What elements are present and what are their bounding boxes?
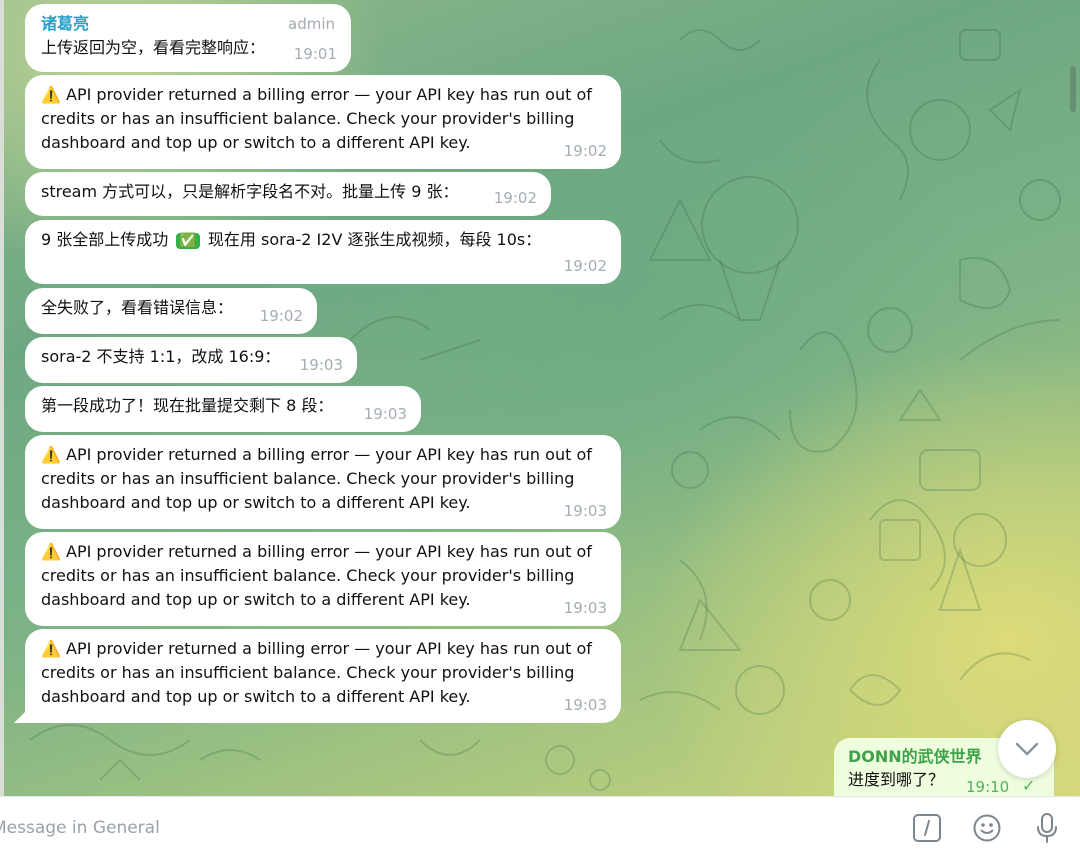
message-bubble[interactable]: sora-2 不支持 1:1，改成 16:9： 19:03 (25, 337, 357, 383)
message-bubble[interactable]: ⚠️ API provider returned a billing error… (25, 435, 621, 529)
scroll-to-bottom-button[interactable] (998, 720, 1056, 778)
message-header: 诸葛亮 admin (41, 12, 335, 36)
message-text: 全失败了，看看错误信息： (41, 298, 234, 317)
message-bubble[interactable]: stream 方式可以，只是解析字段名不对。批量上传 9 张： 19:02 (25, 172, 551, 216)
message-text: API provider returned a billing error — … (41, 639, 592, 706)
warning-icon: ⚠️ (41, 542, 61, 561)
message-time: 19:03 (299, 356, 343, 374)
message-text: API provider returned a billing error — … (41, 542, 592, 609)
message-text: API provider returned a billing error — … (41, 445, 592, 512)
message-text: API provider returned a billing error — … (41, 85, 592, 152)
message-time: 19:02 (563, 142, 607, 160)
sender-name[interactable]: 诸葛亮 (41, 12, 89, 36)
message-time: 19:03 (563, 696, 607, 714)
message-text: 上传返回为空，看看完整响应： (41, 38, 266, 57)
warning-icon: ⚠️ (41, 445, 61, 464)
slash-command-icon[interactable] (910, 811, 944, 845)
message-text: 第一段成功了！现在批量提交剩下 8 段： (41, 396, 334, 415)
microphone-icon[interactable] (1030, 811, 1064, 845)
message-bubble[interactable]: ⚠️ API provider returned a billing error… (25, 75, 621, 169)
message-time: 19:03 (563, 502, 607, 520)
message-time: 19:01 (293, 45, 337, 63)
scrollbar-thumb[interactable] (1070, 66, 1076, 112)
emoji-icon[interactable] (970, 811, 1004, 845)
message-time: 19:02 (259, 307, 303, 325)
warning-icon: ⚠️ (41, 85, 61, 104)
check-mark-icon: ✅ (176, 233, 200, 249)
message-text: 9 张全部上传成功 (41, 230, 169, 249)
sender-role-badge: admin (288, 15, 335, 33)
message-bubble[interactable]: 诸葛亮 admin 上传返回为空，看看完整响应： 19:01 (25, 4, 351, 72)
message-time: 19:02 (493, 189, 537, 207)
own-message-time: 19:10 (966, 778, 1010, 796)
message-bubble[interactable]: ⚠️ API provider returned a billing error… (25, 629, 621, 723)
message-bubble[interactable]: ⚠️ API provider returned a billing error… (25, 532, 621, 626)
warning-icon: ⚠️ (41, 639, 61, 658)
read-check-icon: ✓ (1022, 776, 1036, 795)
message-text: stream 方式可以，只是解析字段名不对。批量上传 9 张： (41, 182, 459, 201)
message-text: sora-2 不支持 1:1，改成 16:9： (41, 347, 281, 366)
message-bubble[interactable]: 第一段成功了！现在批量提交剩下 8 段： 19:03 (25, 386, 421, 432)
message-time: 19:02 (563, 257, 607, 275)
message-time: 19:03 (563, 599, 607, 617)
message-composer (0, 796, 1080, 862)
message-input[interactable] (0, 815, 880, 841)
message-text: 现在用 sora-2 I2V 逐张生成视频，每段 10s： (207, 230, 542, 249)
message-time: 19:03 (363, 405, 407, 423)
window-edge (0, 0, 4, 796)
message-bubble[interactable]: 9 张全部上传成功 ✅ 现在用 sora-2 I2V 逐张生成视频，每段 10s… (25, 220, 621, 284)
chevron-down-icon (1015, 742, 1039, 756)
message-bubble[interactable]: 全失败了，看看错误信息： 19:02 (25, 288, 317, 334)
